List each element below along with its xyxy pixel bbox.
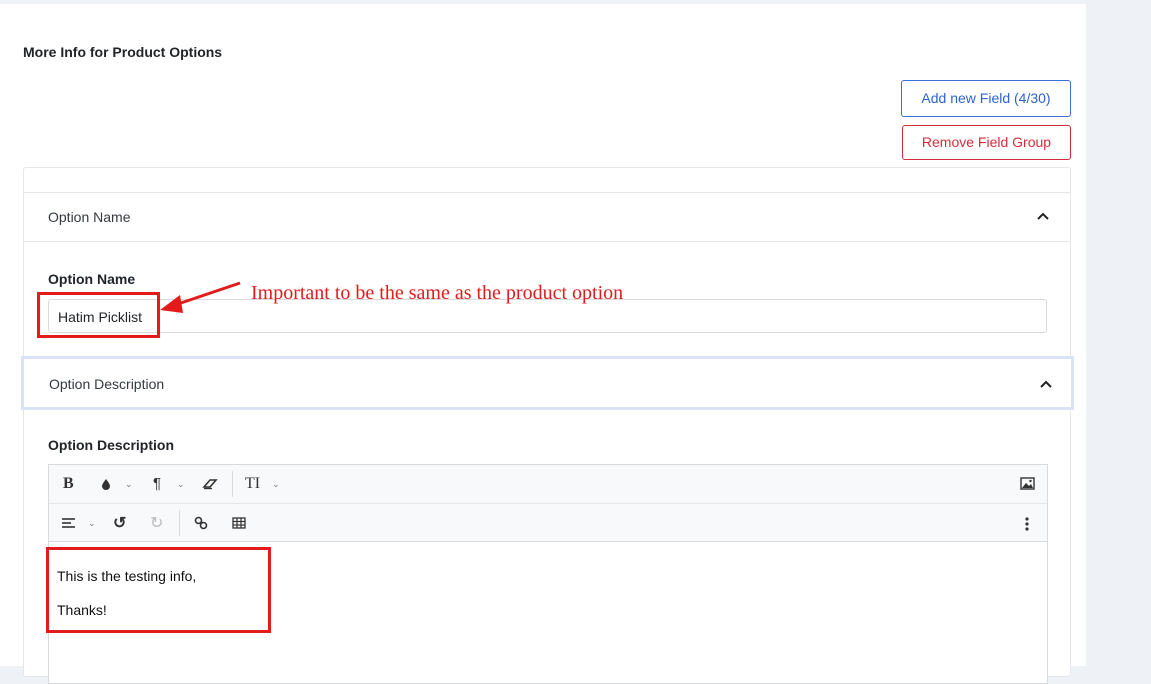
- bold-icon[interactable]: B: [63, 475, 74, 493]
- chevron-down-icon[interactable]: ⌄: [177, 479, 185, 490]
- undo-icon[interactable]: ↺: [113, 513, 126, 533]
- toolbar-separator: [232, 471, 233, 497]
- annotation-highlight-box: [46, 547, 271, 633]
- toolbar-separator: [179, 510, 180, 536]
- chevron-up-icon[interactable]: [1036, 209, 1050, 223]
- chevron-down-icon[interactable]: ⌄: [272, 479, 280, 490]
- link-icon[interactable]: [194, 516, 208, 530]
- eraser-icon[interactable]: [202, 478, 218, 490]
- annotation-text: Important to be the same as the product …: [251, 282, 624, 304]
- chevron-up-icon[interactable]: [1039, 377, 1053, 391]
- chevron-down-icon[interactable]: ⌄: [88, 518, 96, 529]
- remove-field-group-button[interactable]: Remove Field Group: [902, 125, 1071, 160]
- chevron-down-icon[interactable]: ⌄: [125, 479, 133, 490]
- divider: [24, 241, 1070, 242]
- color-icon[interactable]: [101, 478, 111, 490]
- paragraph-icon[interactable]: ¶: [153, 475, 161, 492]
- content-panel: More Info for Product Options Add new Fi…: [0, 4, 1086, 684]
- accordion-option-description[interactable]: Option Description: [21, 356, 1074, 410]
- annotation-arrow-icon: [160, 281, 241, 313]
- accordion-label: Option Name: [48, 209, 131, 225]
- annotation-highlight-box: [37, 292, 160, 338]
- image-icon[interactable]: [1020, 477, 1035, 490]
- option-description-label: Option Description: [48, 437, 174, 453]
- editor-toolbar-row-1: B ⌄ ¶ ⌄ TI ⌄: [49, 465, 1047, 503]
- option-name-label: Option Name: [48, 271, 136, 287]
- accordion-option-name[interactable]: Option Name: [24, 193, 1070, 242]
- editor-toolbar-row-2: ⌄ ↺ ↻: [49, 504, 1047, 542]
- redo-icon[interactable]: ↻: [150, 513, 163, 533]
- text-size-icon[interactable]: TI: [245, 475, 260, 493]
- more-vertical-icon[interactable]: [1025, 517, 1029, 531]
- add-new-field-button[interactable]: Add new Field (4/30): [901, 80, 1071, 117]
- section-title: More Info for Product Options: [23, 44, 223, 60]
- accordion-label: Option Description: [49, 376, 165, 392]
- table-icon[interactable]: [232, 517, 246, 529]
- align-icon[interactable]: [61, 517, 76, 529]
